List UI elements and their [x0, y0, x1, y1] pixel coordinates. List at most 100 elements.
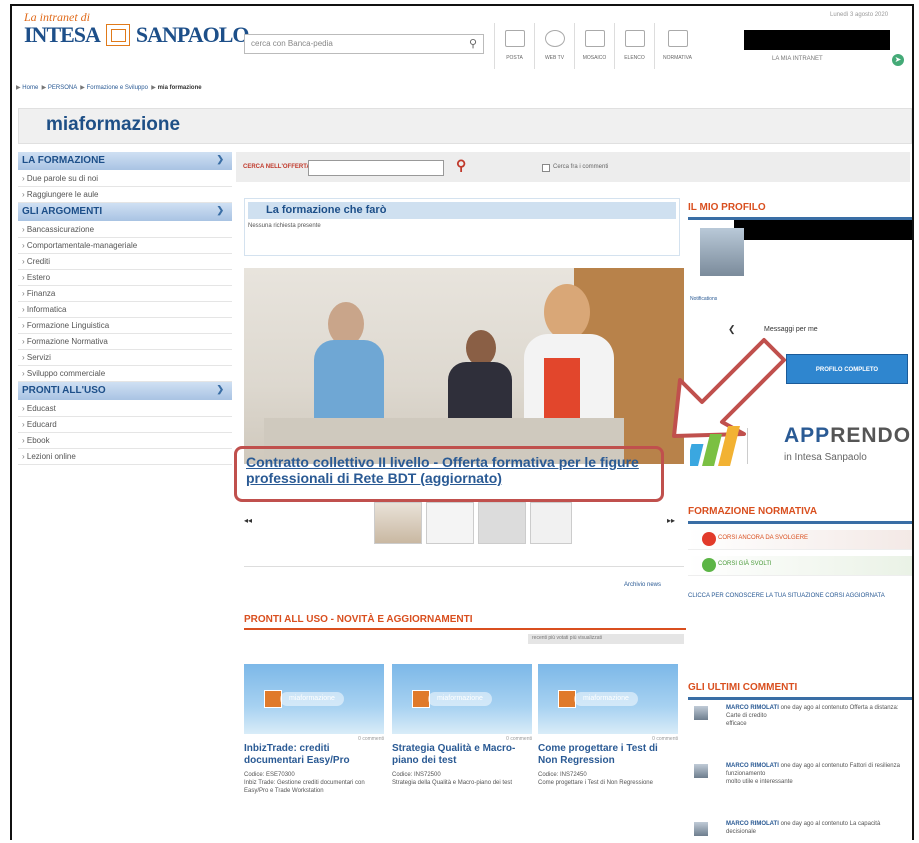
annotation-arrow-icon — [672, 338, 786, 438]
logo-text-left: INTESA — [24, 22, 101, 47]
sidebar-section-title: LA FORMAZIONE — [22, 155, 105, 166]
comment-count: 0 commenti — [652, 736, 678, 742]
top-icon-normativa[interactable]: NORMATIVA — [654, 23, 700, 69]
comment-author[interactable]: MARCO RIMOLATI — [726, 821, 779, 827]
comment-author[interactable]: MARCO RIMOLATI — [726, 705, 779, 711]
carousel-thumb[interactable] — [530, 502, 572, 544]
top-icon-posta[interactable]: POSTA — [494, 23, 534, 69]
mosaico-icon — [584, 30, 605, 47]
course-card[interactable]: miaformazione 0 commenti Come progettare… — [538, 664, 678, 787]
carousel-prev-icon[interactable]: ◂◂ — [244, 516, 252, 525]
redacted-username — [744, 30, 890, 50]
normativa-title: FORMAZIONE NORMATIVA — [688, 506, 912, 524]
top-icon-label: WEB TV — [544, 55, 565, 61]
breadcrumb-current: mia formazione — [157, 85, 202, 91]
sidebar-item-crediti[interactable]: Crediti — [18, 254, 232, 270]
logo-mark-icon — [105, 24, 130, 46]
offer-search-input[interactable] — [308, 160, 444, 176]
section-title-pronti: PRONTI ALL USO - NOVITÀ E AGGIORNAMENTI — [244, 614, 473, 625]
course-description: Inbiz Trade: Gestione crediti documentar… — [244, 780, 365, 794]
sidebar-section-title: GLI ARGOMENTI — [22, 206, 103, 217]
sidebar-section-pronti[interactable]: PRONTI ALL'USO ❯ — [18, 382, 232, 401]
course-title-link[interactable]: InbizTrade: crediti documentari Easy/Pro — [244, 743, 384, 767]
course-title-link[interactable]: Come progettare i Test di Non Regression — [538, 743, 678, 767]
course-title-link[interactable]: Strategia Qualità e Macro-piano dei test — [392, 743, 532, 767]
breadcrumb-persona[interactable]: PERSONA — [48, 85, 77, 91]
top-icon-elenco[interactable]: ELENCO — [614, 23, 654, 69]
sidebar-item-raggiungere-aule[interactable]: Raggiungere le aule — [18, 187, 232, 203]
course-image-label: miaformazione — [280, 692, 344, 706]
course-card[interactable]: miaformazione 0 commenti InbizTrade: cre… — [244, 664, 384, 795]
sidebar-item-lezioni-online[interactable]: Lezioni online — [18, 449, 232, 465]
pending-courses-link[interactable]: CORSI ANCORA DA SVOLGERE — [688, 530, 912, 550]
course-thumbnail: miaformazione — [244, 664, 384, 734]
sidebar-section-formazione[interactable]: LA FORMAZIONE ❯ — [18, 152, 232, 171]
divider — [244, 566, 684, 567]
latest-comments: GLI ULTIMI COMMENTI MARCO RIMOLATI one d… — [688, 682, 912, 836]
normativa-icon — [667, 30, 688, 47]
global-search-input[interactable]: cerca con Banca-pedia ⚲ — [244, 34, 484, 54]
current-date: Lunedì 3 agosto 2020 — [830, 12, 889, 18]
sidebar-section-argomenti[interactable]: GLI ARGOMENTI ❯ — [18, 203, 232, 222]
course-description: Strategia della Qualità e Macro-piano de… — [392, 780, 513, 786]
carousel-thumb[interactable] — [374, 502, 422, 544]
go-arrow-icon[interactable]: ➤ — [892, 54, 904, 66]
news-carousel[interactable] — [244, 268, 684, 464]
carousel-thumb[interactable] — [478, 502, 526, 544]
top-icon-mosaico[interactable]: MOSAICO — [574, 23, 614, 69]
top-icon-webtv[interactable]: WEB TV — [534, 23, 574, 69]
pending-courses-label: CORSI ANCORA DA SVOLGERE — [718, 535, 809, 541]
sidebar-item-servizi[interactable]: Servizi — [18, 350, 232, 366]
sidebar-item-linguistica[interactable]: Formazione Linguistica — [18, 318, 232, 334]
apprendo-subtitle: in Intesa Sanpaolo — [784, 452, 867, 463]
search-comments-checkbox[interactable] — [542, 164, 550, 172]
sidebar-item-sviluppo[interactable]: Sviluppo commerciale — [18, 366, 232, 382]
course-card[interactable]: miaformazione 0 commenti Strategia Quali… — [392, 664, 532, 787]
carousel-next-icon[interactable]: ▸▸ — [667, 516, 675, 525]
comments-title: GLI ULTIMI COMMENTI — [688, 682, 912, 700]
archive-news-link[interactable]: Archivio news — [624, 582, 661, 588]
done-courses-link[interactable]: CORSI GIÀ SVOLTI — [688, 556, 912, 576]
search-icon[interactable]: ⚲ — [469, 37, 477, 50]
comment-author[interactable]: MARCO RIMOLATI — [726, 763, 779, 769]
browser-frame: La intranet di INTESA SANPAOLO cerca con… — [10, 4, 914, 840]
course-image-label: miaformazione — [428, 692, 492, 706]
carousel-thumb[interactable] — [426, 502, 474, 544]
sidebar-section-title: PRONTI ALL'USO — [22, 385, 106, 396]
sidebar-item-comportamentale[interactable]: Comportamentale-manageriale — [18, 238, 232, 254]
green-status-icon — [702, 558, 716, 572]
sidebar-item-bancassicurazione[interactable]: Bancassicurazione — [18, 222, 232, 238]
sidebar-item-due-parole[interactable]: Due parole su di noi — [18, 171, 232, 187]
normativa-widget: FORMAZIONE NORMATIVA CORSI ANCORA DA SVO… — [688, 506, 912, 576]
course-image-label: miaformazione — [574, 692, 638, 706]
intesa-sanpaolo-logo[interactable]: INTESA SANPAOLO — [24, 22, 250, 48]
search-placeholder: cerca con Banca-pedia — [251, 39, 333, 48]
sidebar-item-estero[interactable]: Estero — [18, 270, 232, 286]
comment-count: 0 commenti — [506, 736, 532, 742]
planned-training-empty: Nessuna richiesta presente — [248, 223, 321, 229]
sidebar-item-finanza[interactable]: Finanza — [18, 286, 232, 302]
breadcrumb-formazione[interactable]: Formazione e Sviluppo — [87, 85, 148, 91]
redacted-profile-name — [734, 220, 912, 240]
avatar — [694, 822, 708, 836]
logo-text-right: SANPAOLO — [135, 22, 250, 47]
sort-tabs[interactable]: recenti più votati più visualizzati — [528, 634, 684, 644]
sidebar-item-educast[interactable]: Educast — [18, 401, 232, 417]
sidebar-item-educard[interactable]: Educard — [18, 417, 232, 433]
mail-icon — [504, 30, 525, 47]
apprendo-brand[interactable]: APPRENDO — [784, 424, 911, 448]
sidebar-item-normativa[interactable]: Formazione Normativa — [18, 334, 232, 350]
my-intranet-link[interactable]: LA MIA INTRANET — [772, 56, 823, 62]
page-title: miaformazione — [46, 114, 181, 135]
sidebar-item-ebook[interactable]: Ebook — [18, 433, 232, 449]
notifications-link[interactable]: Notifications — [690, 296, 717, 302]
comment-count: 0 commenti — [358, 736, 384, 742]
top-icon-label: ELENCO — [624, 55, 645, 61]
course-thumbnail: miaformazione — [392, 664, 532, 734]
course-code: Codice: ESE70300 — [244, 772, 295, 778]
sidebar-item-informatica[interactable]: Informatica — [18, 302, 232, 318]
breadcrumb-home[interactable]: Home — [22, 85, 38, 91]
normativa-status-link[interactable]: CLICCA PER CONOSCERE LA TUA SITUAZIONE C… — [688, 592, 910, 600]
divider — [244, 628, 686, 630]
search-icon[interactable]: ⚲ — [456, 157, 466, 174]
